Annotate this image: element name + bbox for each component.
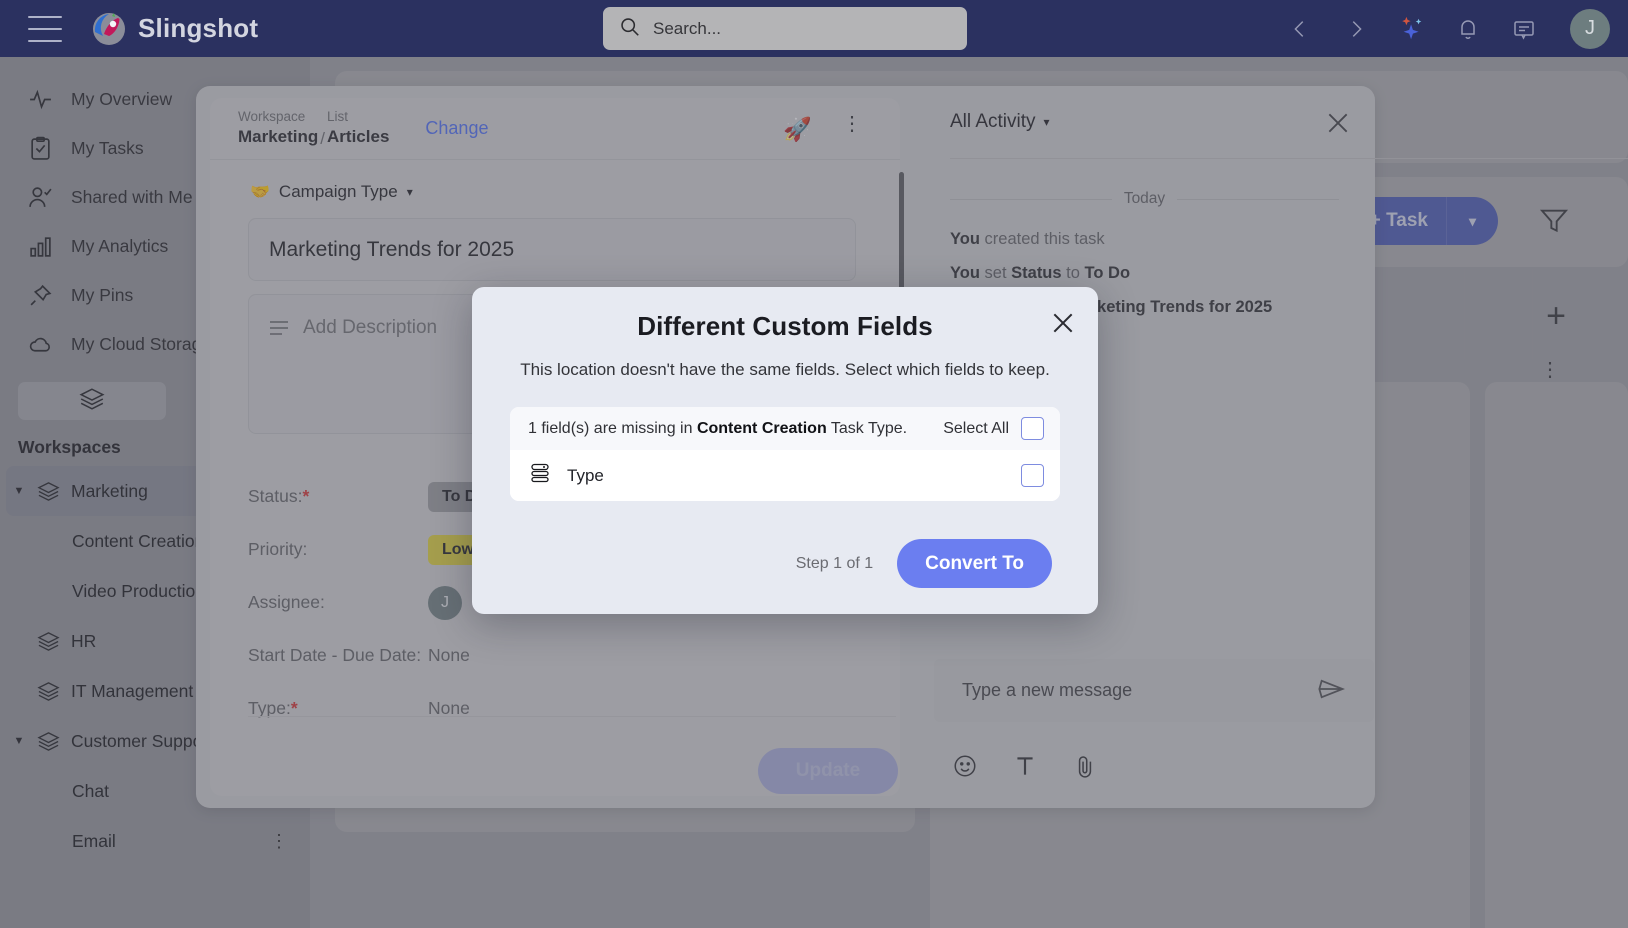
select-all-label[interactable]: Select All bbox=[943, 420, 1009, 438]
chevron-right-icon[interactable] bbox=[1342, 15, 1370, 43]
modal-footer: Step 1 of 1 Convert To bbox=[796, 539, 1052, 588]
topbar-icons: J bbox=[1286, 0, 1610, 57]
step-indicator: Step 1 of 1 bbox=[795, 554, 874, 572]
sparkles-icon[interactable] bbox=[1398, 15, 1426, 43]
field-row-type[interactable]: Type bbox=[510, 450, 1060, 501]
convert-to-button[interactable]: Convert To bbox=[897, 539, 1052, 588]
different-custom-fields-modal: Different Custom Fields This location do… bbox=[472, 287, 1098, 614]
select-all-checkbox[interactable] bbox=[1021, 417, 1044, 440]
brand: Slingshot bbox=[92, 12, 258, 46]
hamburger-icon[interactable] bbox=[28, 15, 62, 42]
stacked-field-icon bbox=[528, 461, 552, 490]
chat-icon[interactable] bbox=[1510, 15, 1538, 43]
bell-icon[interactable] bbox=[1454, 15, 1482, 43]
slingshot-rocket-logo bbox=[92, 12, 126, 46]
modal-title: Different Custom Fields bbox=[637, 311, 933, 341]
chevron-left-icon[interactable] bbox=[1286, 15, 1314, 43]
top-bar: Slingshot Search... J bbox=[0, 0, 1628, 57]
missing-fields-header: 1 field(s) are missing in Content Creati… bbox=[510, 407, 1060, 450]
search-placeholder: Search... bbox=[653, 18, 722, 38]
avatar[interactable]: J bbox=[1570, 8, 1610, 49]
search-icon bbox=[619, 16, 640, 42]
missing-fields-list: 1 field(s) are missing in Content Creati… bbox=[510, 407, 1060, 501]
search-input[interactable]: Search... bbox=[603, 7, 967, 50]
brand-name: Slingshot bbox=[138, 13, 259, 43]
close-icon[interactable] bbox=[1050, 310, 1076, 341]
missing-fields-text: 1 field(s) are missing in Content Creati… bbox=[528, 419, 908, 437]
field-checkbox[interactable] bbox=[1021, 464, 1044, 487]
modal-subtitle: This location doesn't have the same fiel… bbox=[520, 360, 1050, 379]
field-name: Type bbox=[567, 465, 604, 485]
